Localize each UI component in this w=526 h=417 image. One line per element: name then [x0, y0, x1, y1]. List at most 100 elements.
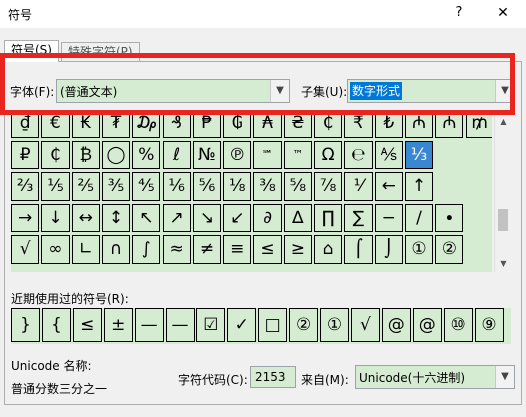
symbol-cell[interactable]: ₽ [11, 140, 40, 169]
symbol-cell[interactable]: ₲ [223, 114, 252, 138]
scroll-up-icon[interactable]: ▲ [495, 114, 512, 130]
symbol-cell[interactable]: ≈ [162, 235, 191, 264]
recent-symbol-cell[interactable]: ± [103, 308, 133, 342]
subset-select[interactable]: 数字形式 ▼ [347, 79, 515, 103]
symbol-cell[interactable]: ⅍ [374, 140, 403, 169]
recent-symbol-cell[interactable]: ≤ [72, 308, 102, 342]
symbol-cell[interactable]: ↑ [404, 172, 434, 201]
symbol-cell[interactable]: ₱ [192, 114, 222, 138]
symbol-cell[interactable]: ₭ [71, 114, 100, 138]
symbol-cell[interactable]: ₴ [283, 114, 312, 138]
symbol-cell[interactable]: ℮ [344, 140, 373, 169]
symbol-cell[interactable]: ↓ [41, 203, 70, 232]
symbol-cell[interactable]: ⅞ [314, 172, 343, 201]
symbol-cell[interactable]: → [11, 203, 40, 232]
symbol-cell[interactable]: − [374, 203, 403, 232]
symbol-cell[interactable]: ₫ [11, 114, 40, 138]
symbol-cell[interactable]: ™ [283, 140, 312, 169]
symbol-cell[interactable]: ₼ [435, 114, 464, 138]
symbol-cell[interactable]: ℓ [162, 140, 191, 169]
symbol-cell[interactable]: № [192, 140, 222, 169]
symbol-cell[interactable]: ∆ [283, 203, 312, 232]
symbol-cell[interactable]: ⌂ [314, 235, 343, 264]
recent-symbol-cell[interactable]: ② [289, 308, 319, 342]
symbol-cell[interactable]: ⅜ [253, 172, 282, 201]
recent-symbol-cell[interactable]: ⑨ [474, 308, 504, 342]
symbol-cell[interactable]: ∟ [71, 235, 100, 264]
symbol-cell[interactable]: ₵ [41, 140, 70, 169]
symbol-cell[interactable]: ≡ [223, 235, 252, 264]
symbol-cell[interactable]: ∞ [41, 235, 70, 264]
symbol-cell[interactable]: ⅟ [344, 172, 373, 201]
symbol-cell[interactable]: ⌠ [344, 235, 373, 264]
recent-symbol-cell[interactable]: √ [350, 308, 380, 342]
symbol-cell[interactable]: ⅝ [283, 172, 312, 201]
symbol-cell[interactable]: ℠ [253, 140, 282, 169]
symbol-cell[interactable]: ◯ [101, 140, 131, 169]
recent-symbol-cell[interactable]: □ [258, 308, 288, 342]
chevron-down-icon[interactable]: ▼ [495, 80, 514, 102]
symbol-cell[interactable]: ⅗ [101, 172, 131, 201]
symbol-cell[interactable]: ∫ [132, 235, 161, 264]
recent-symbol-cell[interactable]: @ [381, 308, 411, 342]
symbol-cell[interactable]: ₼ [404, 114, 434, 138]
symbol-cell[interactable]: ₮ [101, 114, 131, 138]
symbol-cell[interactable]: ← [374, 172, 403, 201]
chevron-down-icon[interactable]: ▼ [270, 80, 289, 102]
symbol-cell[interactable]: ⅕ [41, 172, 70, 201]
help-button[interactable]: ? [448, 3, 470, 23]
symbol-cell[interactable]: ① [404, 235, 434, 264]
symbol-cell[interactable]: ≤ [253, 235, 282, 264]
symbol-cell[interactable]: ② [435, 235, 464, 264]
symbol-cell[interactable]: ≠ [192, 235, 222, 264]
tab-special-characters[interactable]: 特殊字符(P) [61, 42, 140, 62]
char-code-input[interactable]: 2153 [250, 366, 296, 388]
scroll-thumb[interactable] [498, 209, 508, 231]
symbol-cell[interactable]: ₥ [465, 114, 492, 138]
symbol-cell[interactable]: ⅔ [11, 172, 40, 201]
recent-symbol-cell[interactable]: ✓ [227, 308, 257, 342]
symbol-cell[interactable]: ⅓ [404, 140, 434, 169]
symbol-cell[interactable]: ∑ [344, 203, 373, 232]
symbol-cell[interactable]: ⅙ [162, 172, 191, 201]
scroll-down-icon[interactable]: ▼ [495, 256, 512, 272]
symbol-cell[interactable]: € [41, 114, 70, 138]
symbol-cell[interactable]: ⅛ [223, 172, 252, 201]
symbol-cell[interactable]: ⅚ [192, 172, 222, 201]
symbol-cell[interactable]: ↖ [132, 203, 161, 232]
symbol-cell[interactable]: ⌡ [374, 235, 403, 264]
recent-symbol-cell[interactable]: — [134, 308, 164, 342]
symbol-cell[interactable]: ₯ [132, 114, 161, 138]
symbol-cell[interactable]: ≥ [283, 235, 312, 264]
tab-symbols[interactable]: 符号(S) [4, 40, 59, 62]
recent-symbol-cell[interactable]: ☑ [196, 308, 226, 342]
symbol-cell[interactable]: % [132, 140, 161, 169]
from-select[interactable]: Unicode(十六进制) ▼ [355, 365, 515, 389]
close-button[interactable]: ✕ [490, 3, 516, 23]
symbol-cell[interactable]: ∂ [253, 203, 282, 232]
symbol-cell[interactable]: ₳ [253, 114, 282, 138]
recent-symbol-cell[interactable]: ① [320, 308, 349, 342]
symbol-cell[interactable]: ∕ [404, 203, 434, 232]
font-select[interactable]: (普通文本) ▼ [56, 79, 290, 103]
symbol-cell[interactable]: ↙ [223, 203, 252, 232]
symbol-cell[interactable]: Ω [314, 140, 343, 169]
symbol-cell[interactable]: ∩ [101, 235, 131, 264]
symbol-cell[interactable]: ₰ [162, 114, 191, 138]
symbol-grid[interactable]: ₫ € ₭ ₮ ₯ ₰ ₱ ₲ ₳ ₴ ₵ ₹ ₺ ₼ ₼ ₥ ₽ ₵ ₿ ◯% ℓ № ℗ ℠ ™ Ω ℮ ⅍ ⅓ ⅔ ⅕ ⅖ ⅗ ⅘ ⅙ ⅚ ⅛ ⅜ ⅝… [11, 114, 492, 272]
symbol-grid-scrollbar[interactable]: ▲ ▼ [494, 114, 512, 272]
symbol-cell[interactable]: ↘ [192, 203, 222, 232]
recent-symbol-cell[interactable]: — [165, 308, 195, 342]
symbol-cell[interactable]: ↕ [101, 203, 131, 232]
symbol-cell[interactable]: ⅘ [132, 172, 161, 201]
symbol-cell[interactable]: √ [11, 235, 40, 264]
symbol-cell[interactable]: ₺ [374, 114, 403, 138]
recent-symbol-cell[interactable]: } [11, 308, 40, 342]
symbol-cell[interactable]: ₹ [344, 114, 373, 138]
recent-symbol-cell[interactable]: ⑩ [443, 308, 473, 342]
symbol-cell[interactable]: ↔ [71, 203, 100, 232]
symbol-cell[interactable]: ⅖ [71, 172, 100, 201]
recent-symbol-cell[interactable]: { [41, 308, 71, 342]
symbol-cell[interactable]: ℗ [223, 140, 252, 169]
recent-symbol-cell[interactable]: @ [412, 308, 442, 342]
